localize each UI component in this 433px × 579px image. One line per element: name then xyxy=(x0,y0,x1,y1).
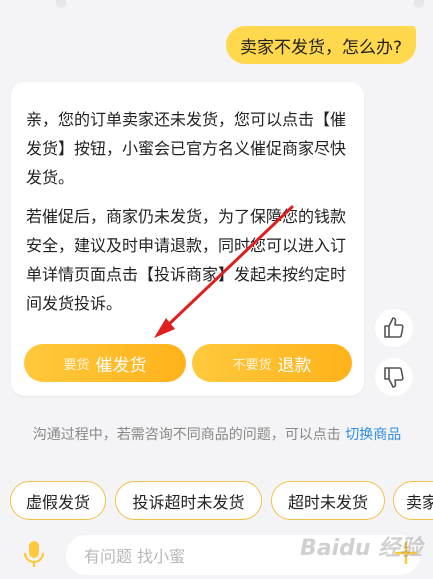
thumbs-down-icon xyxy=(384,367,404,388)
top-stub xyxy=(56,0,66,8)
like-button[interactable] xyxy=(375,309,413,347)
user-message-bubble: 卖家不发货，怎么办? xyxy=(226,26,417,64)
microphone-icon[interactable] xyxy=(18,538,50,570)
bot-reply-paragraph-2: 若催促后，商家仍未发货，为了保障您的钱款安全，建议及时申请退款，同时您可以进入订… xyxy=(26,207,347,313)
plus-icon[interactable] xyxy=(393,540,419,566)
bot-reply-card: 亲，您的订单卖家还未发货，您可以点击【催发货】按钮，小蜜会已官方名义催促商家尽快… xyxy=(11,82,364,396)
suggestion-chip[interactable]: 超时未发货 xyxy=(271,481,385,520)
urge-shipping-button-label: 催发货 xyxy=(95,355,147,376)
top-edge xyxy=(0,0,433,10)
thumbs-up-icon xyxy=(384,317,404,338)
refund-button[interactable]: 不要货 退款 xyxy=(192,344,352,382)
suggestion-chip[interactable]: 投诉超时未发货 xyxy=(115,481,262,520)
hint-text: 沟通过程中，若需咨询不同商品的问题，可以点击 xyxy=(32,427,346,443)
top-stub xyxy=(414,0,424,8)
switch-product-link[interactable]: 切换商品 xyxy=(345,427,401,443)
refund-button-sublabel: 不要货 xyxy=(232,357,272,373)
message-input[interactable]: 有问题 找小蜜 xyxy=(66,535,420,575)
urge-shipping-button[interactable]: 要货 催发货 xyxy=(24,344,186,382)
urge-shipping-button-sublabel: 要货 xyxy=(63,357,90,373)
switch-product-hint: 沟通过程中，若需咨询不同商品的问题，可以点击 切换商品 xyxy=(22,424,412,447)
refund-button-label: 退款 xyxy=(277,355,312,376)
dislike-button[interactable] xyxy=(375,358,413,396)
bot-reply-paragraph-1: 亲，您的订单卖家还未发货，您可以点击【催发货】按钮，小蜜会已官方名义催促商家尽快… xyxy=(26,110,347,187)
suggestion-chip[interactable]: 虚假发货 xyxy=(10,481,106,520)
input-bar: 有问题 找小蜜 xyxy=(0,531,433,579)
suggestion-chip[interactable]: 卖家 xyxy=(393,481,433,520)
